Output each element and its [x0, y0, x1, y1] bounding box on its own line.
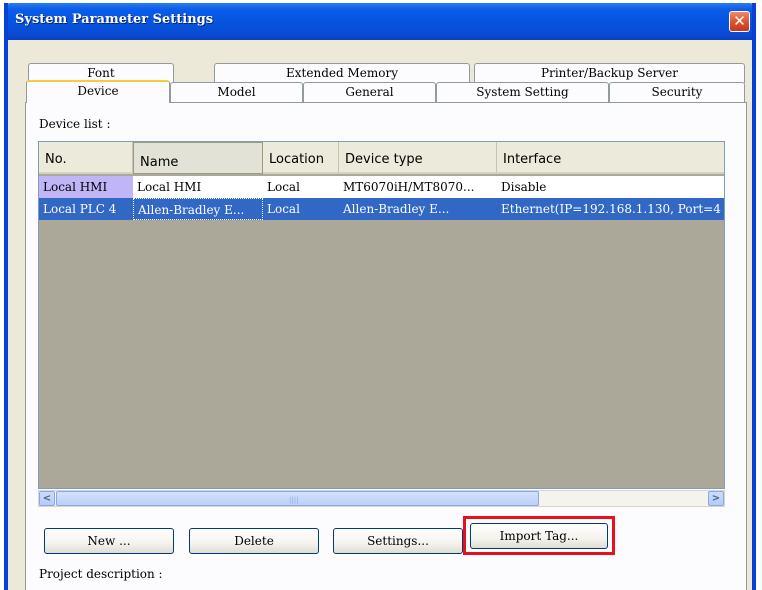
column-header-interface[interactable]: Interface	[497, 142, 724, 174]
cell-no: Local PLC 4	[43, 202, 117, 216]
column-header-no[interactable]: No.	[39, 142, 133, 174]
scroll-right-icon[interactable]: >	[708, 491, 724, 506]
tab-system-setting[interactable]: System Setting	[436, 82, 609, 102]
tab-printer-backup-server[interactable]: Printer/Backup Server	[474, 63, 745, 83]
list-header: No. Name Location Device type Interface	[39, 142, 724, 174]
grip-icon: ||||	[289, 496, 299, 504]
cell-interface: Disable	[501, 180, 547, 194]
horizontal-scrollbar[interactable]: < |||| >	[38, 490, 725, 507]
column-header-location[interactable]: Location	[263, 142, 339, 174]
device-list-label: Device list :	[39, 117, 111, 131]
cell-interface: Ethernet(IP=192.168.1.130, Port=4	[501, 202, 721, 216]
window-title: System Parameter Settings	[15, 12, 214, 27]
close-icon[interactable]: ✕	[729, 11, 750, 32]
delete-button[interactable]: Delete	[189, 528, 319, 554]
tab-device[interactable]: Device	[26, 80, 170, 103]
settings-button[interactable]: Settings...	[333, 528, 463, 554]
cell-device-type: Allen-Bradley E...	[343, 202, 450, 216]
device-list[interactable]: No. Name Location Device type Interface …	[38, 141, 725, 489]
import-tag-button[interactable]: Import Tag...	[470, 523, 608, 549]
cell-location: Local	[267, 202, 300, 216]
table-row-selected[interactable]: Local PLC 4 Allen-Bradley E... Local All…	[39, 198, 724, 220]
cell-no: Local HMI	[39, 176, 133, 198]
column-header-device-type[interactable]: Device type	[339, 142, 497, 174]
tab-extended-memory[interactable]: Extended Memory	[214, 63, 470, 83]
tab-general[interactable]: General	[303, 82, 436, 102]
project-description-label: Project description :	[39, 567, 163, 581]
tab-security[interactable]: Security	[609, 82, 745, 102]
new-button[interactable]: New ...	[44, 528, 174, 554]
cell-name: Local HMI	[137, 180, 202, 194]
cell-location: Local	[267, 180, 300, 194]
cell-name: Allen-Bradley E...	[133, 198, 263, 220]
cell-device-type: MT6070iH/MT8070...	[343, 180, 475, 194]
column-header-name[interactable]: Name	[133, 142, 263, 174]
table-row[interactable]: Local HMI Local HMI Local MT6070iH/MT807…	[39, 176, 724, 198]
tab-model[interactable]: Model	[170, 82, 303, 102]
title-bar[interactable]: System Parameter Settings ✕	[8, 3, 752, 40]
scroll-left-icon[interactable]: <	[39, 491, 55, 506]
scrollbar-thumb[interactable]: ||||	[56, 491, 539, 506]
